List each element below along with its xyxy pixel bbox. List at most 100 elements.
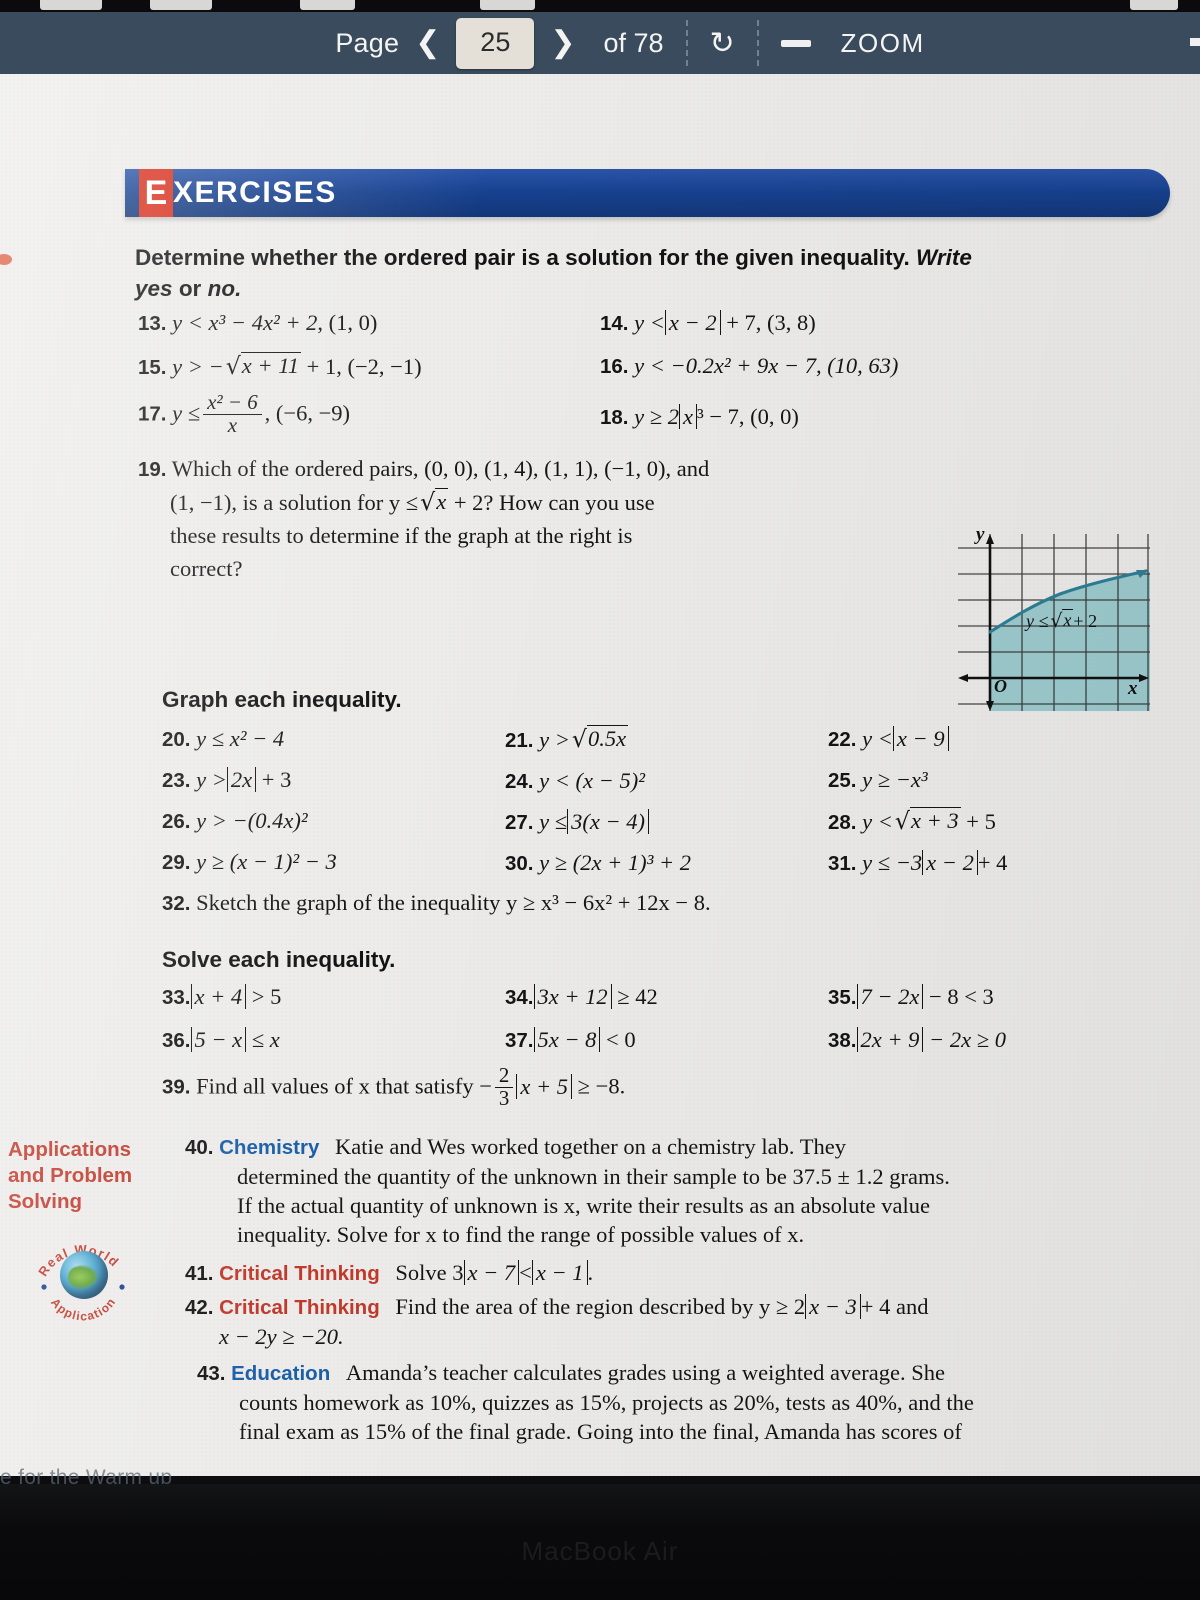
next-page-icon[interactable]: ❯ <box>534 26 591 60</box>
exercise-19-line2a: (1, −1), is a solution for y ≤ <box>170 490 419 515</box>
plus-icon-partial[interactable] <box>1190 38 1200 46</box>
exercise-list-13-17: 13. y < x³ − 4x² + 2, (1, 0) 15. y > −√x… <box>138 306 422 438</box>
exercise-tag: Chemistry <box>219 1136 320 1159</box>
exercise-21: 21. y >√0.5x <box>505 722 691 758</box>
radical-icon: √0.5x <box>571 725 629 753</box>
instruction-section-1: Determine whether the ordered pair is a … <box>135 242 1145 304</box>
exercise-43-line1: Amanda’s teacher calculates grades using… <box>345 1360 945 1385</box>
exercise-number: 25. <box>828 769 857 792</box>
y-axis-label: y <box>976 524 985 545</box>
exercise-column-c: 22. y < x − 9 25. y ≥ −x³ 28. y <√x + 3 +… <box>828 722 1007 881</box>
exercise-number: 16. <box>600 355 629 378</box>
exercise-lead: Solve 3 <box>395 1260 464 1285</box>
minus-icon[interactable] <box>780 39 811 47</box>
exercise-tail: + 4 and <box>860 1294 929 1319</box>
absolute-value: 7 − 2x <box>856 984 924 1009</box>
exercise-number: 20. <box>162 728 191 751</box>
radical-icon: √x + 11 <box>225 352 302 380</box>
pdf-reader-toolbar: Page ❮ 25 ❯ of 78 ↻ ZOOM <box>0 12 1200 74</box>
exercise-tail: < 0 <box>606 1027 636 1052</box>
fraction: 23 <box>494 1064 514 1110</box>
exercise-text: y ≥ (x − 1)² − 3 <box>196 849 337 874</box>
absolute-value: 5x − 8 <box>533 1027 601 1052</box>
exercise-number: 40. <box>185 1136 214 1159</box>
exercise-column-e: 34. 3x + 12 ≥ 42 37. 5x − 8 < 0 <box>505 980 658 1058</box>
exercise-number: 26. <box>162 810 191 833</box>
exercise-26: 26. y > −(0.4x)² <box>162 804 337 839</box>
exercise-text: y < −0.2x² + 9x − 7, (10, 63) <box>634 353 899 378</box>
exercise-number: 17. <box>138 402 167 426</box>
exercise-tail: . <box>587 1260 594 1285</box>
exercise-32: 32. Sketch the graph of the inequality y… <box>162 886 711 921</box>
instruction-no: no. <box>207 276 242 301</box>
exercise-23: 23. y >2x + 3 <box>162 763 337 798</box>
exercise-41: 41. Critical Thinking Solve 3x − 7 < x − 1… <box>185 1256 593 1291</box>
inequality-graph-figure: y x O y ≤ √x + 2 <box>950 524 1150 711</box>
banner-title: XERCISES <box>173 176 337 209</box>
sidebar-applications-label: Applications and Problem Solving <box>8 1137 168 1215</box>
radical-icon: √x + 3 <box>894 807 961 835</box>
exercise-14: 14. y < x − 2 + 7, (3, 8) <box>600 306 898 341</box>
page-label: Page <box>335 27 400 58</box>
exercise-number: 35. <box>828 986 857 1009</box>
exercise-number: 13. <box>138 312 167 335</box>
exercise-number: 39. <box>162 1075 191 1099</box>
exercise-33: 33. x + 4 > 5 <box>162 980 281 1015</box>
exercise-18: 18. y ≥ 2x³ − 7, (0, 0) <box>600 400 898 435</box>
svg-text:Application: Application <box>48 1295 119 1324</box>
exercise-17: 17. y ≤ x² − 6x, (−6, −9) <box>138 391 422 438</box>
exercise-tail: + 4 <box>977 850 1008 875</box>
exercise-number: 24. <box>505 770 534 793</box>
exercise-number: 15. <box>138 356 167 379</box>
exercise-lhs: y ≥ 2 <box>634 404 679 429</box>
exercise-34: 34. 3x + 12 ≥ 42 <box>505 980 658 1015</box>
curve-equation-label: y ≤ √x + 2 <box>1026 609 1098 632</box>
exercise-40: 40. Chemistry Katie and Wes worked toget… <box>185 1132 950 1249</box>
heading-graph-each-inequality: Graph each inequality. <box>162 687 402 712</box>
exercise-number: 36. <box>162 1029 191 1052</box>
exercise-tail: , (−6, −9) <box>264 400 351 426</box>
prev-page-icon[interactable]: ❮ <box>399 26 456 60</box>
absolute-value: 2x <box>226 767 257 792</box>
exercise-42-line2: x − 2y ≥ −20. <box>219 1324 344 1349</box>
exercise-43-line2: counts homework as 10%, quizzes as 15%, … <box>239 1390 974 1415</box>
exercise-number: 21. <box>505 729 534 752</box>
exercise-tail: − 8 < 3 <box>929 984 994 1009</box>
exercise-number: 31. <box>828 852 857 875</box>
absolute-value: x − 1 <box>531 1260 588 1285</box>
page-number-input[interactable]: 25 <box>456 17 535 69</box>
exercise-number: 30. <box>505 852 534 875</box>
origin-label: O <box>994 676 1007 696</box>
sidebar-line-3: Solving <box>8 1190 83 1213</box>
exercise-tag: Education <box>231 1362 331 1385</box>
exercise-column-d: 33. x + 4 > 5 36. 5 − x ≤ x <box>162 980 281 1058</box>
device-watermark: MacBook Air <box>521 1536 679 1566</box>
zoom-label[interactable]: ZOOM <box>841 28 925 59</box>
toolbar-divider-1 <box>685 20 688 66</box>
reload-icon[interactable]: ↻ <box>710 26 735 61</box>
x-axis-label: x <box>1128 678 1138 699</box>
exercise-35: 35. 7 − 2x − 8 < 3 <box>828 980 1006 1015</box>
exercise-30: 30. y ≥ (2x + 1)³ + 2 <box>505 846 691 881</box>
exercise-19: 19. Which of the ordered pairs, (0, 0), … <box>138 452 938 585</box>
absolute-value: x − 7 <box>463 1260 520 1285</box>
exercise-lhs: y < <box>862 809 893 834</box>
absolute-value: 2x + 9 <box>856 1027 924 1052</box>
exercise-tail: ³ − 7, (0, 0) <box>696 404 799 429</box>
exercise-tag: Critical Thinking <box>219 1296 380 1319</box>
exercise-42: 42. Critical Thinking Find the area of t… <box>185 1292 928 1351</box>
shaded-region <box>990 572 1150 711</box>
instruction-text: Determine whether the ordered pair is a … <box>135 245 910 270</box>
exercise-number: 42. <box>185 1296 214 1319</box>
exercise-number: 23. <box>162 769 191 792</box>
exercise-39: 39. Find all values of x that satisfy −2… <box>162 1064 625 1111</box>
exercise-19-line1: Which of the ordered pairs, (0, 0), (1, … <box>171 456 710 481</box>
textbook-page: E XERCISES Determine whether the ordered… <box>0 74 1200 1476</box>
exercise-number: 29. <box>162 851 191 874</box>
exercise-40-line2: determined the quantity of the unknown i… <box>237 1164 950 1189</box>
absolute-value: x − 9 <box>892 726 949 751</box>
exercise-number: 19. <box>138 458 167 481</box>
absolute-value: 3x + 12 <box>533 984 612 1009</box>
exercise-40-line3: If the actual quantity of unknown is x, … <box>237 1193 930 1218</box>
exercise-tail: + 7, (3, 8) <box>726 310 816 335</box>
